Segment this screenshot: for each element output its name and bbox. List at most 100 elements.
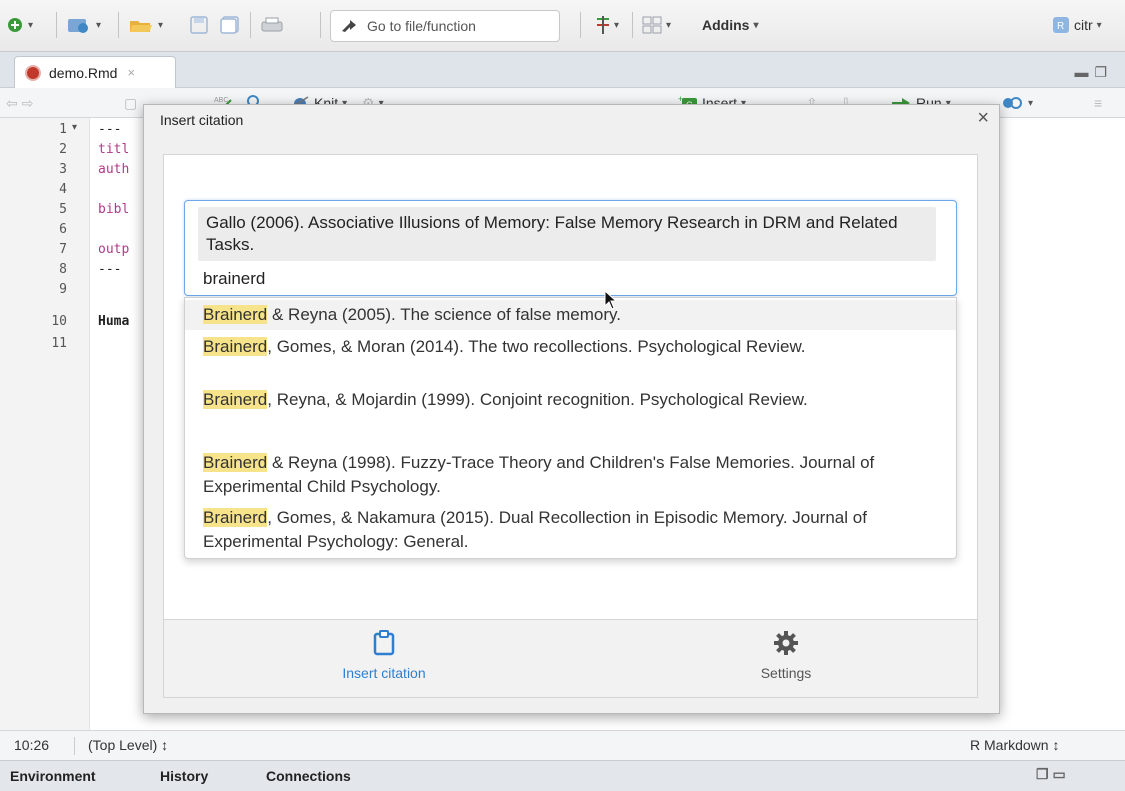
save-icon: ▢: [124, 94, 138, 111]
match-highlight: Brainerd: [203, 453, 268, 472]
chevron-down-icon: ▾: [1096, 19, 1102, 31]
settings-button[interactable]: Settings: [686, 630, 886, 690]
toolbar-divider: [320, 12, 321, 38]
chevron-down-icon: ▾: [96, 19, 102, 31]
toolbar-divider: [56, 12, 57, 38]
line-number: 11: [51, 336, 67, 351]
publish-button[interactable]: ▾: [1000, 92, 1033, 114]
arrow-left-icon: ⇦: [6, 94, 18, 111]
folder-open-icon: [130, 21, 152, 32]
save-doc-button[interactable]: ▢: [124, 92, 137, 114]
print-button[interactable]: [260, 10, 284, 40]
toolbar-divider: [118, 12, 119, 38]
suggestion-list: Brainerd & Reyna (2005). The science of …: [184, 297, 957, 559]
fold-icon[interactable]: ▾: [72, 122, 77, 133]
maximize-icon[interactable]: ❐: [1094, 64, 1107, 81]
code-line: Huma: [98, 314, 130, 329]
code-line: ---: [98, 262, 122, 277]
code-line: outp: [98, 242, 130, 257]
save-icon: [190, 16, 208, 34]
suggestion-item[interactable]: Brainerd, Reyna, & Mojardin (1999). Conj…: [185, 388, 956, 412]
main-toolbar: ▾ ▾ ▾ Go to file/function ▾ ▾ Addins ▾ R…: [0, 0, 1125, 52]
dialog-footer: Insert citation Settings: [164, 619, 977, 697]
arrow-right-icon: ⇨: [21, 94, 34, 111]
code-line: ---: [98, 122, 122, 137]
arrow-right-icon: [342, 20, 356, 32]
suggestion-item[interactable]: Brainerd & Reyna (2005). The science of …: [185, 300, 956, 330]
save-all-button[interactable]: [220, 10, 240, 40]
outline-button[interactable]: ≡: [1094, 92, 1102, 114]
project-menu[interactable]: R citr ▾: [1052, 10, 1102, 40]
new-file-button[interactable]: ▾: [6, 10, 33, 40]
line-number: 8: [59, 262, 67, 277]
back-button[interactable]: ⇦ ⇨: [6, 92, 33, 114]
line-number: 7: [59, 242, 67, 257]
line-number: 1: [59, 122, 67, 137]
maximize-icon[interactable]: ▭: [1052, 766, 1065, 782]
git-button[interactable]: ▾: [596, 10, 619, 40]
dialog-title: Insert citation: [160, 112, 244, 128]
addins-label: Addins: [702, 17, 750, 33]
suggestion-text: & Reyna (2005). The science of false mem…: [267, 305, 621, 324]
restore-icon[interactable]: ❐: [1036, 766, 1049, 782]
goto-placeholder: Go to file/function: [367, 18, 476, 34]
tab-history[interactable]: History: [160, 768, 208, 784]
citation-search-input[interactable]: Gallo (2006). Associative Illusions of M…: [184, 200, 957, 296]
scope-selector[interactable]: (Top Level) ↕: [88, 737, 168, 753]
tab-connections[interactable]: Connections: [266, 768, 351, 784]
toolbar-divider: [580, 12, 581, 38]
insert-citation-button[interactable]: Insert citation: [284, 630, 484, 690]
editor-tab-label: demo.Rmd: [49, 64, 118, 81]
save-button[interactable]: [190, 10, 208, 40]
suggestion-item[interactable]: Brainerd & Reyna (1998). Fuzzy-Trace The…: [185, 451, 956, 499]
code-line: bibl: [98, 202, 130, 217]
chevron-down-icon: ▾: [666, 19, 672, 31]
editor-tab-demo[interactable]: demo.Rmd ×: [14, 56, 176, 88]
search-query: brainerd: [203, 269, 266, 288]
close-icon[interactable]: ×: [127, 65, 135, 80]
suggestion-item[interactable]: Brainerd, Gomes, & Moran (2014). The two…: [185, 335, 956, 359]
tab-environment[interactable]: Environment: [10, 768, 96, 784]
project-icon: [68, 19, 88, 33]
chevron-down-icon: ▾: [158, 19, 164, 31]
settings-label: Settings: [760, 665, 812, 681]
selected-citation-token[interactable]: Gallo (2006). Associative Illusions of M…: [198, 207, 936, 261]
publish-icon: [1003, 97, 1022, 109]
layout-button[interactable]: ▾: [642, 10, 671, 40]
project-label: citr: [1074, 17, 1093, 33]
goto-file-input[interactable]: Go to file/function: [330, 10, 560, 42]
open-project-button[interactable]: ▾: [66, 10, 101, 40]
outline-icon: ≡: [1094, 95, 1103, 111]
suggestion-text: , Gomes, & Moran (2014). The two recolle…: [267, 337, 806, 356]
match-highlight: Brainerd: [203, 305, 268, 324]
code-line: auth: [98, 162, 130, 177]
close-icon[interactable]: ×: [977, 107, 989, 130]
line-number: 3: [59, 162, 67, 177]
addins-menu[interactable]: Addins ▾: [702, 10, 758, 40]
rmarkdown-file-icon: [25, 64, 41, 81]
dialog-content: Gallo (2006). Associative Illusions of M…: [163, 154, 978, 698]
code-line: titl: [98, 142, 130, 157]
pane-controls: ▬ ❐: [1074, 64, 1107, 81]
suggestion-text: , Gomes, & Nakamura (2015). Dual Recolle…: [203, 508, 867, 551]
add-icon: [8, 18, 22, 32]
line-number: 6: [59, 222, 67, 237]
insert-citation-dialog: Insert citation × Gallo (2006). Associat…: [143, 104, 1000, 714]
file-type-selector[interactable]: R Markdown ↕: [970, 737, 1059, 753]
svg-text:+: +: [678, 95, 683, 104]
editor-tab-strip: demo.Rmd × ▬ ❐: [0, 52, 1125, 88]
save-all-icon: [220, 16, 239, 34]
chevron-down-icon: ▾: [614, 19, 620, 31]
pane-controls: ❐ ▭: [1036, 766, 1066, 783]
cursor-position: 10:26: [14, 737, 50, 753]
bottom-pane-tabs: Environment History Connections ❐ ▭: [0, 760, 1125, 791]
svg-text:ABC: ABC: [214, 97, 228, 104]
chevron-down-icon: ▾: [1028, 97, 1034, 109]
minimize-icon[interactable]: ▬: [1074, 64, 1088, 81]
git-icon: [597, 16, 609, 34]
status-bar: 10:26 (Top Level) ↕ R Markdown ↕: [0, 730, 1125, 760]
suggestion-item[interactable]: Brainerd, Gomes, & Nakamura (2015). Dual…: [185, 506, 956, 554]
open-file-button[interactable]: ▾: [128, 10, 163, 40]
mouse-cursor-icon: [604, 290, 618, 310]
grid-icon: [642, 16, 662, 34]
